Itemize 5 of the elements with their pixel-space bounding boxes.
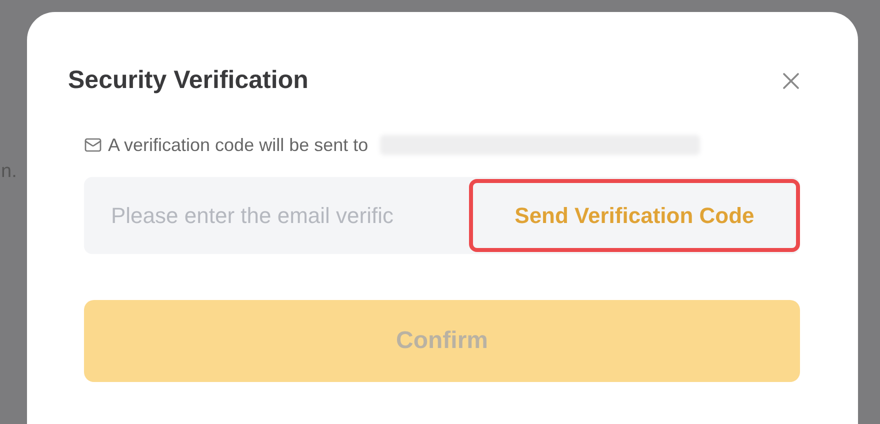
send-code-button[interactable]: Send Verification Code [468,178,800,252]
info-text: A verification code will be sent to [108,134,368,156]
code-field[interactable]: Please enter the email verific Send Verification Code [84,176,800,254]
dialog-title: Security Verification [68,65,308,96]
mail-icon [84,136,102,154]
